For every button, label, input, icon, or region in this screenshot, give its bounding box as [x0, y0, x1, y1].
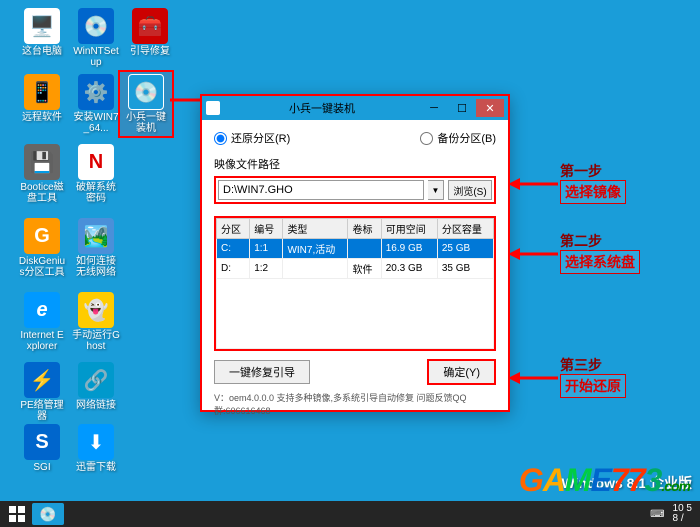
col-type[interactable]: 类型 — [283, 219, 348, 239]
desktop-icon-bootice[interactable]: 💾Bootice磁盘工具 — [18, 144, 66, 204]
desktop-icon-xiaobing[interactable]: 💿小兵一键装机 — [118, 70, 174, 138]
annotation-step1: 第一步 选择镜像 — [560, 162, 626, 204]
desktop-icon-bootrepair[interactable]: 🧰引导修复 — [126, 8, 174, 57]
desktop-icon-diskgenius[interactable]: GDiskGenius分区工具 — [18, 218, 66, 278]
taskbar: 💿 ⌨ 10 58 / — [0, 501, 700, 527]
app-icon — [206, 101, 220, 115]
installer-dialog: 小兵一键装机 ─ ☐ ✕ 还原分区(R) 备份分区(B) 映像文件路径 ▼ 浏览… — [200, 94, 510, 412]
desktop-icon-winntsetup[interactable]: 💿WinNTSetup — [72, 8, 120, 68]
desktop-icon-remote[interactable]: 📱远程软件 — [18, 74, 66, 123]
ok-button[interactable]: 确定(Y) — [427, 359, 496, 385]
image-path-input[interactable] — [218, 180, 424, 200]
path-row: ▼ 浏览(S) — [214, 176, 496, 204]
watermark: GAME773.com — [519, 462, 690, 499]
system-tray[interactable]: ⌨ 10 58 / — [650, 504, 696, 524]
desktop-icon-ie[interactable]: eInternet Explorer — [18, 292, 66, 352]
browse-button[interactable]: 浏览(S) — [448, 180, 492, 200]
arrow-step1 — [508, 176, 558, 192]
titlebar[interactable]: 小兵一键装机 ─ ☐ ✕ — [202, 96, 508, 120]
arrow-step3 — [508, 370, 558, 386]
desktop-icon-sgi[interactable]: SSGI — [18, 424, 66, 473]
radio-backup[interactable]: 备份分区(B) — [420, 130, 496, 146]
taskbar-app-icon[interactable]: 💿 — [32, 503, 64, 525]
minimize-button[interactable]: ─ — [420, 99, 448, 117]
window-title: 小兵一键装机 — [224, 100, 420, 116]
desktop-icon-ghost[interactable]: 👻手动运行Ghost — [72, 292, 120, 352]
desktop-icon-crackpwd[interactable]: N破解系统密码 — [72, 144, 120, 204]
desktop-icon-penetwork[interactable]: ⚡PE络管理器 — [18, 362, 66, 422]
col-partition[interactable]: 分区 — [217, 219, 250, 239]
path-label: 映像文件路径 — [214, 156, 496, 172]
radio-restore[interactable]: 还原分区(R) — [214, 130, 290, 146]
desktop-icon-netlink[interactable]: 🔗网络链接 — [72, 362, 120, 411]
annotation-step2: 第二步 选择系统盘 — [560, 232, 640, 274]
maximize-button[interactable]: ☐ — [448, 99, 476, 117]
path-dropdown-icon[interactable]: ▼ — [428, 180, 444, 200]
col-free[interactable]: 可用空间 — [381, 219, 437, 239]
desktop-icon-computer[interactable]: 🖥️这台电脑 — [18, 8, 66, 57]
table-row[interactable]: D:1:2软件20.3 GB35 GB — [217, 259, 494, 279]
col-label[interactable]: 卷标 — [348, 219, 381, 239]
tray-keyboard-icon[interactable]: ⌨ — [650, 509, 664, 520]
desktop-icon-thunder[interactable]: ⬇迅雷下载 — [72, 424, 120, 473]
col-size[interactable]: 分区容量 — [437, 219, 493, 239]
close-button[interactable]: ✕ — [476, 99, 504, 117]
partition-table: 分区 编号 类型 卷标 可用空间 分区容量 C:1:1WIN7,活动16.9 G… — [214, 216, 496, 351]
annotation-step3: 第三步 开始还原 — [560, 356, 626, 398]
desktop-icon-win7install[interactable]: ⚙️安装WIN7_64... — [72, 74, 120, 134]
col-number[interactable]: 编号 — [250, 219, 283, 239]
desktop-icon-wifi[interactable]: 🏞️如何连接无线网络 — [72, 218, 120, 278]
start-button[interactable] — [4, 503, 30, 525]
fix-boot-button[interactable]: 一键修复引导 — [214, 360, 310, 384]
arrow-step2 — [508, 246, 558, 262]
dialog-footer: V：oem4.0.0.0 支持多种镜像,多系统引导自动修复 问题反馈QQ群:60… — [214, 391, 496, 417]
table-row[interactable]: C:1:1WIN7,活动16.9 GB25 GB — [217, 239, 494, 259]
